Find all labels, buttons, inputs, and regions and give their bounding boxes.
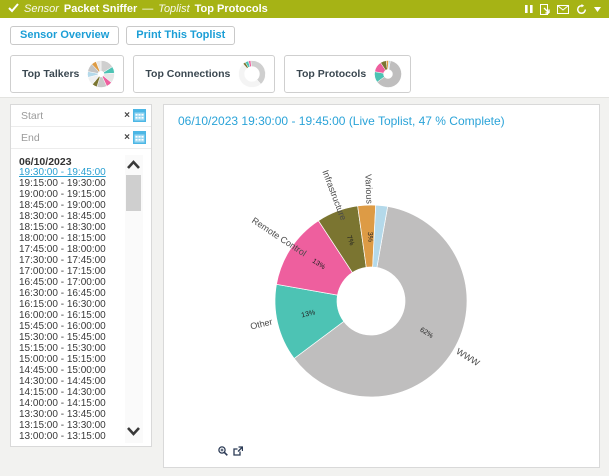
interval-list: 19:30:00 - 19:45:0019:15:00 - 19:30:0019… [19, 167, 119, 442]
toplist-label: Toplist [158, 3, 189, 15]
end-input-row: × [11, 127, 151, 149]
toplist-name: Top Protocols [195, 3, 268, 15]
toplist-interval[interactable]: 14:30:00 - 14:45:00 [19, 376, 119, 387]
sensor-label: Sensor [24, 3, 59, 15]
sensor-name: Packet Sniffer [64, 3, 137, 15]
caret-down-icon[interactable] [594, 7, 601, 12]
print-toplist-button[interactable]: Print This Toplist [126, 26, 235, 45]
refresh-icon[interactable] [576, 4, 587, 15]
start-input[interactable] [19, 109, 124, 123]
toplist-interval[interactable]: 18:00:00 - 18:15:00 [19, 233, 119, 244]
toplist-interval[interactable]: 13:15:00 - 13:30:00 [19, 420, 119, 431]
slice-category-label: Various [363, 174, 374, 205]
toplist-interval[interactable]: 16:00:00 - 16:15:00 [19, 310, 119, 321]
toplist-interval[interactable]: 15:30:00 - 15:45:00 [19, 332, 119, 343]
report-icon[interactable] [540, 4, 550, 15]
tab-top-connections[interactable]: Top Connections [133, 55, 275, 93]
tab-top-talkers[interactable]: Top Talkers [10, 55, 124, 93]
calendar-icon[interactable] [133, 131, 146, 144]
scroll-up-icon[interactable] [126, 157, 141, 175]
tab-label: Top Connections [145, 68, 230, 80]
toplist-interval[interactable]: 18:45:00 - 19:00:00 [19, 200, 119, 211]
start-input-row: × [11, 105, 151, 127]
toplist-interval[interactable]: 16:15:00 - 16:30:00 [19, 299, 119, 310]
toplist-interval[interactable]: 18:30:00 - 18:45:00 [19, 211, 119, 222]
toplist-interval[interactable]: 19:30:00 - 19:45:00 [19, 167, 119, 178]
toplist-chart-panel: 06/10/2023 19:30:00 - 19:45:00 (Live Top… [163, 104, 600, 468]
toplist-interval[interactable]: 13:00:00 - 13:15:00 [19, 431, 119, 442]
sensor-overview-button[interactable]: Sensor Overview [10, 26, 119, 45]
interval-scrollbar[interactable] [125, 155, 143, 443]
clear-end-icon[interactable]: × [124, 133, 130, 143]
toplist-interval[interactable]: 15:00:00 - 15:15:00 [19, 354, 119, 365]
slice-category-label: Other [249, 317, 273, 332]
donut-slice-minor [251, 61, 266, 85]
slice-percent-label: 3% [366, 232, 373, 242]
sensor-header-bar: Sensor Packet Sniffer — Toplist Top Prot… [0, 0, 609, 18]
end-input[interactable] [19, 131, 124, 145]
toplist-interval[interactable]: 15:15:00 - 15:30:00 [19, 343, 119, 354]
toplist-interval[interactable]: 17:00:00 - 17:15:00 [19, 266, 119, 277]
chart-corner-icons [218, 446, 243, 456]
open-external-icon[interactable] [233, 446, 243, 456]
email-icon[interactable] [557, 5, 569, 14]
tab-label: Top Talkers [22, 68, 79, 80]
pause-icon[interactable] [525, 4, 533, 14]
toplist-interval[interactable]: 19:00:00 - 19:15:00 [19, 189, 119, 200]
toplist-interval[interactable]: 19:15:00 - 19:30:00 [19, 178, 119, 189]
top-protocols-pie-icon [373, 59, 403, 89]
interval-filter-panel: × × 06/10/2023 19:30:00 - 19:45:0019:15:… [10, 104, 152, 447]
zoom-icon[interactable] [218, 446, 228, 456]
scrollbar-thumb[interactable] [126, 175, 141, 211]
top-talkers-pie-icon [86, 59, 116, 89]
check-icon [8, 3, 19, 16]
toplist-interval[interactable]: 17:45:00 - 18:00:00 [19, 244, 119, 255]
toplist-interval[interactable]: 16:45:00 - 17:00:00 [19, 277, 119, 288]
toplist-interval[interactable]: 18:15:00 - 18:30:00 [19, 222, 119, 233]
toplist-interval[interactable]: 14:15:00 - 14:30:00 [19, 387, 119, 398]
breadcrumb-separator: — [142, 3, 153, 15]
protocols-donut-chart: 62%WWW13%Other13%Remote Control7%Infrast… [164, 105, 599, 467]
toolbar: Sensor Overview Print This Toplist [10, 26, 235, 45]
tab-label: Top Protocols [296, 68, 366, 80]
top-connections-pie-icon [237, 59, 267, 89]
toplist-interval[interactable]: 13:30:00 - 13:45:00 [19, 409, 119, 420]
slice-category-label: WWW [455, 346, 482, 368]
toplist-interval[interactable]: 17:30:00 - 17:45:00 [19, 255, 119, 266]
toplist-interval[interactable]: 14:00:00 - 14:15:00 [19, 398, 119, 409]
toplist-interval[interactable]: 16:30:00 - 16:45:00 [19, 288, 119, 299]
toplist-interval[interactable]: 14:45:00 - 15:00:00 [19, 365, 119, 376]
tab-top-protocols[interactable]: Top Protocols [284, 55, 411, 93]
toplist-tabs: Top Talkers Top Connections Top Protocol… [10, 55, 411, 93]
scroll-down-icon[interactable] [126, 423, 141, 441]
toplist-interval[interactable]: 15:45:00 - 16:00:00 [19, 321, 119, 332]
calendar-icon[interactable] [133, 109, 146, 122]
clear-start-icon[interactable]: × [124, 111, 130, 121]
